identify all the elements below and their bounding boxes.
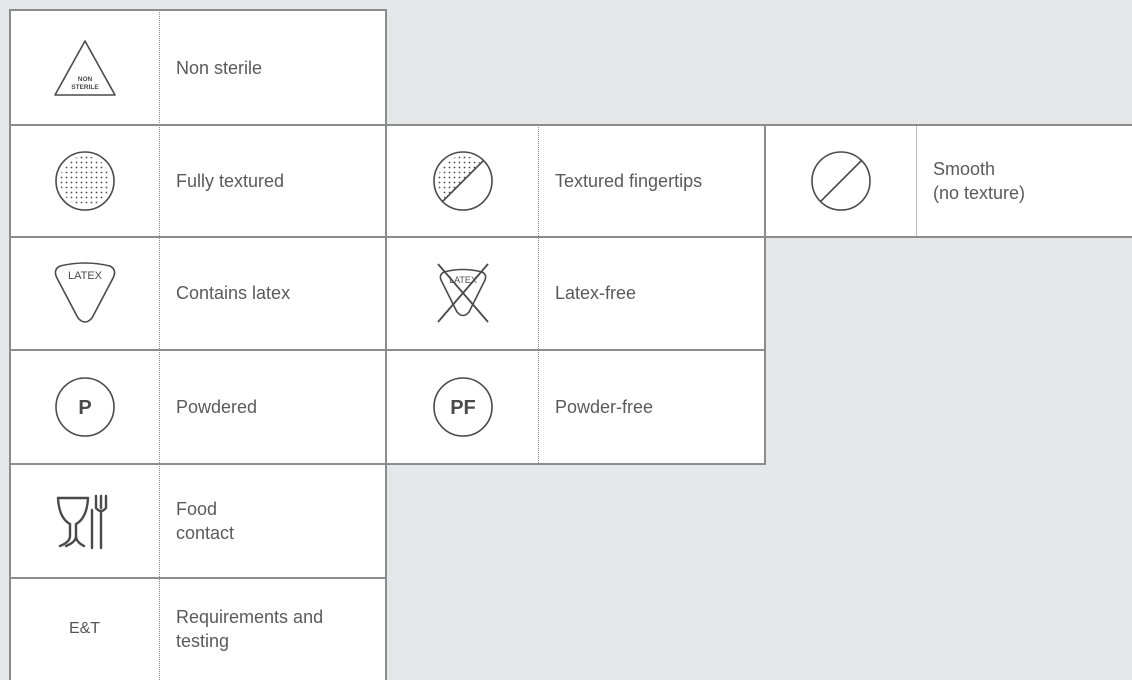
- food-contact-label: Food contact: [159, 464, 386, 577]
- non-sterile-label: Non sterile: [159, 10, 386, 125]
- symbol-cell-food-contact: Food contact: [10, 464, 386, 577]
- textured-fingertips-icon-cell: [387, 125, 538, 236]
- powdered-icon-cell: P: [10, 350, 159, 463]
- non-sterile-icon-text-2: STERILE: [71, 84, 99, 91]
- fully-textured-icon: [54, 150, 115, 211]
- fully-textured-icon-cell: [10, 125, 159, 236]
- symbol-cell-powdered: P Powdered: [10, 350, 386, 463]
- powdered-label: Powdered: [159, 350, 386, 463]
- textured-fingertips-label: Textured fingertips: [538, 125, 765, 236]
- latex-free-icon: LATEX: [436, 263, 489, 323]
- contains-latex-label: Contains latex: [159, 237, 386, 349]
- border-top: [9, 9, 387, 11]
- contains-latex-icon-cell: LATEX: [10, 237, 159, 349]
- symbol-cell-requirements: E&T Requirements and testing: [10, 578, 386, 680]
- food-contact-icon-cell: [10, 464, 159, 577]
- border-row3: [9, 349, 766, 351]
- symbol-cell-contains-latex: LATEX Contains latex: [10, 237, 386, 349]
- fully-textured-label: Fully textured: [159, 125, 386, 236]
- smooth-icon-cell: [766, 125, 916, 236]
- border-row4: [9, 463, 766, 465]
- border-row5: [9, 577, 387, 579]
- non-sterile-triangle-icon: NON STERILE: [53, 39, 116, 96]
- border-col1-right: [385, 9, 387, 680]
- textured-fingertips-icon: [432, 150, 493, 211]
- glass-fork-icon: [56, 494, 107, 549]
- non-sterile-icon-text-1: NON: [77, 76, 92, 83]
- latex-icon-text: LATEX: [67, 270, 102, 282]
- symbol-cell-latex-free: LATEX Latex-free: [387, 237, 765, 349]
- latex-free-label: Latex-free: [538, 237, 765, 349]
- border-left: [9, 9, 11, 680]
- powder-free-icon-text: PF: [450, 397, 476, 419]
- latex-free-icon-text: LATEX: [449, 275, 477, 285]
- symbol-cell-non-sterile: NON STERILE Non sterile: [10, 10, 386, 125]
- et-icon-text: E&T: [68, 620, 101, 637]
- border-row1: [9, 124, 1132, 126]
- powder-free-label: Powder-free: [538, 350, 765, 463]
- latex-free-icon-cell: LATEX: [387, 237, 538, 349]
- smooth-label: Smooth (no texture): [916, 125, 1132, 236]
- requirements-label: Requirements and testing: [159, 578, 386, 680]
- powdered-icon-text: P: [78, 397, 91, 419]
- symbol-cell-fully-textured: Fully textured: [10, 125, 386, 236]
- border-row2: [9, 236, 1132, 238]
- border-col2-right: [764, 124, 766, 465]
- powder-free-icon: PF: [432, 376, 493, 437]
- non-sterile-icon-cell: NON STERILE: [10, 10, 159, 125]
- powdered-icon: P: [54, 376, 115, 437]
- latex-icon: LATEX: [54, 262, 115, 323]
- smooth-no-texture-icon: [811, 150, 871, 211]
- symbol-cell-powder-free: PF Powder-free: [387, 350, 765, 463]
- symbol-cell-textured-fingertips: Textured fingertips: [387, 125, 765, 236]
- symbol-cell-smooth: Smooth (no texture): [766, 125, 1132, 236]
- powder-free-icon-cell: PF: [387, 350, 538, 463]
